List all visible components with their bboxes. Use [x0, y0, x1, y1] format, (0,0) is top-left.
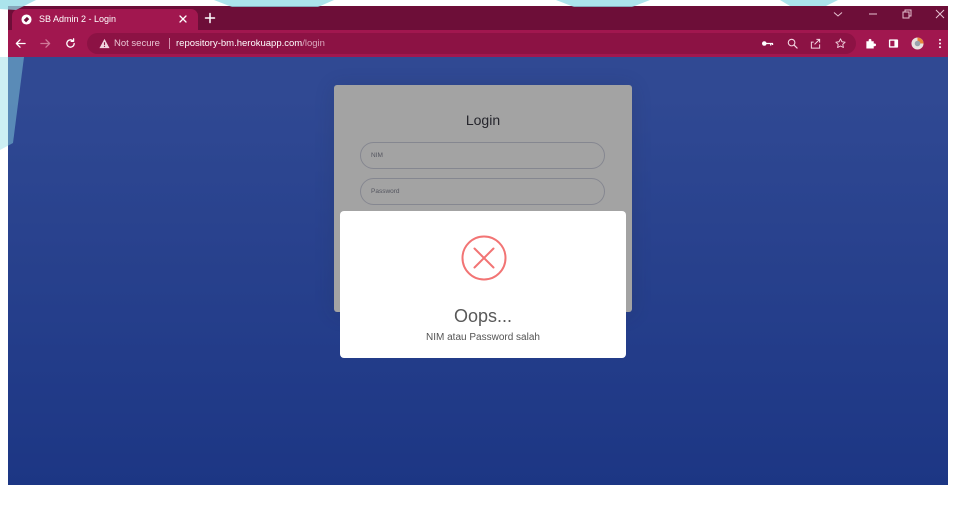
warning-triangle-icon	[99, 38, 110, 49]
zoom-button[interactable]	[787, 38, 798, 49]
error-dialog: Oops... NIM atau Password salah	[340, 211, 626, 358]
zoom-icon	[787, 38, 798, 49]
browser-menu-button[interactable]	[938, 38, 942, 49]
url-host: repository-bm.herokuapp.com	[176, 38, 303, 49]
back-button[interactable]	[15, 38, 26, 49]
profile-button[interactable]	[911, 37, 924, 50]
browser-window: SB Admin 2 - Login Not secure repository…	[8, 6, 948, 485]
extensions-button[interactable]	[865, 38, 876, 49]
share-button[interactable]	[810, 38, 821, 49]
toolbar: Not secure repository-bm.herokuapp.com/l…	[8, 30, 948, 57]
restore-icon[interactable]	[902, 9, 912, 19]
dialog-message: NIM atau Password salah	[426, 332, 540, 343]
close-tab-icon[interactable]	[179, 15, 187, 23]
security-label: Not secure	[114, 38, 160, 49]
reload-icon	[66, 38, 75, 48]
site-info-button[interactable]: Not secure	[95, 33, 167, 54]
puzzle-icon	[866, 38, 876, 49]
page-viewport: Login Oops... NIM atau Password salah	[8, 57, 948, 485]
close-window-icon[interactable]	[935, 9, 945, 19]
address-bar[interactable]: Not secure repository-bm.herokuapp.com/l…	[87, 33, 856, 54]
error-x-icon	[461, 235, 507, 281]
password-key-button[interactable]	[761, 38, 774, 49]
share-icon	[810, 38, 821, 49]
reload-button[interactable]	[65, 38, 76, 49]
screenshot: SB Admin 2 - Login Not secure repository…	[0, 0, 953, 509]
kebab-menu-icon	[938, 38, 942, 49]
bookmark-button[interactable]	[835, 38, 846, 49]
back-arrow-icon	[15, 39, 26, 48]
site-favicon-icon	[21, 14, 32, 25]
tab-title: SB Admin 2 - Login	[39, 14, 117, 24]
tab-sb-admin-login[interactable]: SB Admin 2 - Login	[12, 9, 198, 30]
omnibox-separator	[169, 38, 170, 49]
forward-button[interactable]	[40, 38, 51, 49]
url-text[interactable]: repository-bm.herokuapp.com/login	[176, 33, 325, 54]
new-tab-icon[interactable]	[204, 12, 216, 24]
dialog-title: Oops...	[453, 306, 513, 326]
key-icon	[762, 41, 774, 46]
side-panel-icon	[888, 39, 899, 48]
chevron-down-icon[interactable]	[833, 9, 843, 19]
minimize-icon[interactable]	[868, 9, 878, 19]
star-icon	[835, 38, 846, 48]
side-panel-button[interactable]	[888, 38, 899, 49]
forward-arrow-icon	[40, 39, 51, 48]
tab-strip: SB Admin 2 - Login	[8, 6, 948, 30]
profile-avatar-icon	[911, 37, 924, 50]
url-path: /login	[302, 38, 325, 49]
